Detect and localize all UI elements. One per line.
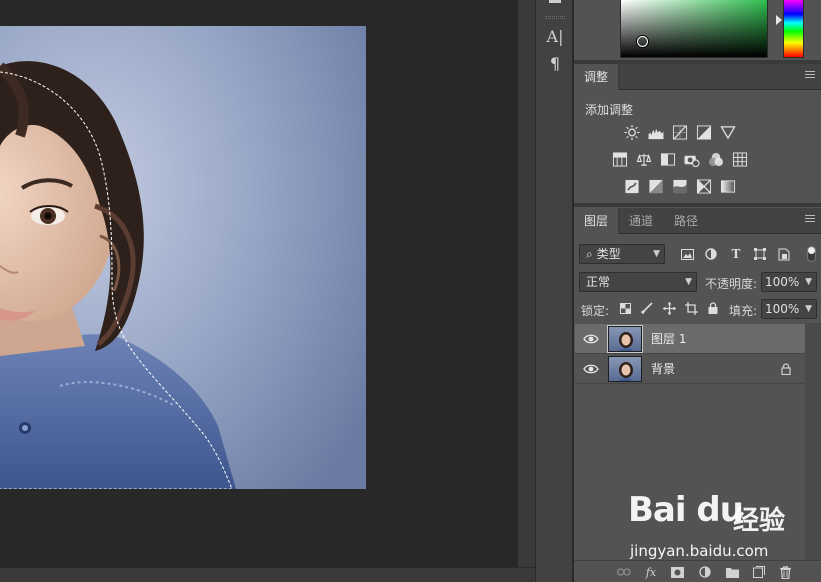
panel-grip[interactable]	[545, 16, 565, 19]
filter-pixel-icon[interactable]	[680, 247, 694, 261]
document-canvas[interactable]	[0, 0, 517, 567]
add-adjustment-label: 添加调整	[585, 103, 634, 117]
group-icon[interactable]	[725, 565, 739, 579]
filter-smart-object-icon[interactable]	[777, 247, 791, 261]
fill-input[interactable]: 100% ▼	[761, 299, 817, 319]
filter-type-icon[interactable]: T	[729, 247, 743, 261]
posterize-icon[interactable]	[647, 179, 664, 194]
tab-paths[interactable]: 路径	[664, 208, 708, 234]
layer-tools-bar: fx	[574, 560, 821, 582]
layer-thumbnail	[608, 356, 642, 382]
layer-filter-value: 类型	[596, 247, 621, 261]
character-panel-icon[interactable]: A|	[544, 25, 566, 47]
eye-icon[interactable]	[583, 333, 599, 345]
hue-slider[interactable]	[783, 0, 804, 58]
layers-menu-icon[interactable]	[805, 215, 815, 225]
blend-mode-value: 正常	[586, 275, 611, 289]
blend-mode-dropdown[interactable]: 正常 ▼	[579, 272, 697, 292]
filter-adjustment-icon[interactable]	[704, 247, 718, 261]
black-white-icon[interactable]	[659, 152, 676, 167]
layer-filter-dropdown[interactable]: ⌕ 类型 ▼	[579, 244, 665, 264]
watermark-logo: Bai du	[628, 490, 744, 530]
paragraph-panel-icon[interactable]: ¶	[544, 52, 566, 74]
layer-name[interactable]: 背景	[651, 354, 675, 384]
layer-row-background[interactable]: 背景	[575, 354, 805, 384]
watermark-sub: 经验	[733, 506, 786, 536]
canvas-horizontal-scrollbar[interactable]	[0, 567, 535, 582]
threshold-icon[interactable]	[671, 179, 688, 194]
tab-layers[interactable]: 图层	[574, 208, 620, 234]
lock-all-icon[interactable]	[706, 301, 720, 315]
adjustments-tab-bar: 调整	[574, 64, 821, 90]
mini-tool-column: A| ¶	[535, 0, 573, 582]
layer-row-layer1[interactable]: 图层 1	[575, 324, 805, 354]
new-layer-icon[interactable]	[752, 565, 766, 579]
fx-icon[interactable]: fx	[644, 565, 658, 579]
layer-name[interactable]: 图层 1	[651, 324, 686, 354]
color-picker-cursor[interactable]	[637, 36, 648, 47]
link-icon[interactable]	[617, 565, 631, 579]
adjustments-menu-icon[interactable]	[805, 71, 815, 81]
lock-position-icon[interactable]	[662, 301, 676, 315]
brightness-contrast-icon[interactable]	[623, 125, 640, 140]
fill-label: 填充:	[729, 304, 758, 318]
tab-channels[interactable]: 通道	[619, 208, 663, 234]
watermark-url: jingyan.baidu.com	[630, 542, 769, 560]
hue-saturation-icon[interactable]	[611, 152, 628, 167]
exposure-icon[interactable]	[695, 125, 712, 140]
levels-icon[interactable]	[647, 125, 664, 140]
curves-icon[interactable]	[671, 125, 688, 140]
lock-icon[interactable]	[781, 363, 791, 375]
opacity-input[interactable]: 100% ▼	[761, 272, 817, 292]
opacity-value: 100%	[765, 275, 800, 289]
adjustment-layer-icon[interactable]	[698, 565, 712, 579]
layer-thumbnail	[607, 325, 643, 353]
trash-icon[interactable]	[778, 565, 792, 579]
lock-artboard-icon[interactable]	[684, 301, 698, 315]
opacity-label: 不透明度:	[705, 277, 758, 291]
vibrance-icon[interactable]	[719, 125, 736, 140]
hue-marker[interactable]	[776, 15, 782, 25]
eye-icon[interactable]	[583, 363, 599, 375]
photo-girl-portrait[interactable]	[0, 26, 366, 489]
tab-adjustments[interactable]: 调整	[574, 64, 620, 90]
photo-image	[0, 26, 366, 489]
baidu-jingyan-watermark: Bai du 经验 jingyan.baidu.com	[628, 490, 798, 562]
layers-scrollbar[interactable]	[805, 323, 821, 560]
lock-image-pixels-icon[interactable]	[640, 301, 654, 315]
gradient-map-icon[interactable]	[719, 179, 736, 194]
chevron-down-icon: ▼	[653, 249, 660, 259]
color-picker-field[interactable]	[620, 0, 768, 58]
fill-value: 100%	[765, 302, 800, 316]
color-balance-icon[interactable]	[635, 152, 652, 167]
chevron-down-icon: ▼	[805, 304, 812, 314]
channel-mixer-icon[interactable]	[707, 152, 724, 167]
photo-filter-icon[interactable]	[683, 152, 700, 167]
mask-icon[interactable]	[670, 565, 684, 579]
filter-shape-icon[interactable]	[753, 247, 767, 261]
color-lookup-icon[interactable]	[731, 152, 748, 167]
selective-color-icon[interactable]	[695, 179, 712, 194]
layers-tab-bar: 图层 通道 路径	[574, 208, 821, 234]
history-icon[interactable]	[544, 0, 566, 8]
canvas-vertical-scrollbar[interactable]	[517, 0, 535, 567]
search-icon: ⌕	[586, 247, 593, 261]
panel-divider	[574, 203, 821, 207]
chevron-down-icon: ▼	[685, 277, 692, 287]
lock-transparent-pixels-icon[interactable]	[618, 301, 632, 315]
chevron-down-icon: ▼	[805, 277, 812, 287]
invert-icon[interactable]	[623, 179, 640, 194]
lock-label: 锁定:	[581, 304, 610, 318]
filter-toggle-switch[interactable]	[807, 246, 816, 262]
